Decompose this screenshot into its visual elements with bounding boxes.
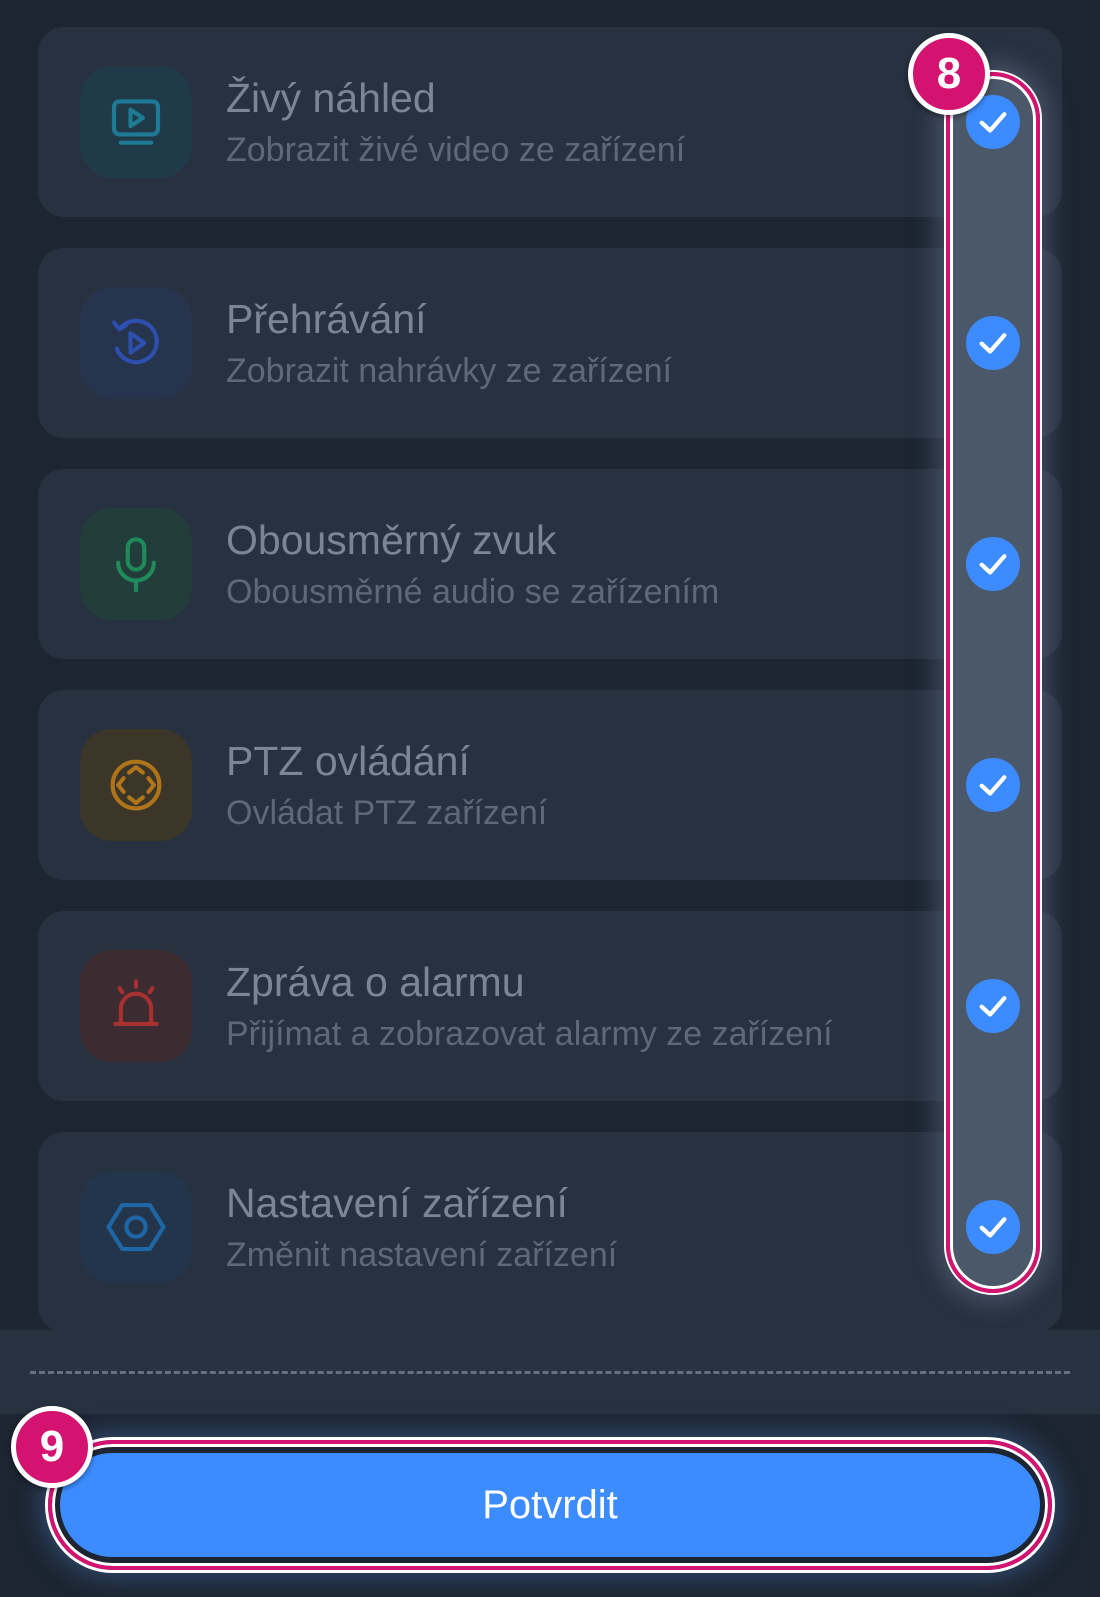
permission-description: Zobrazit nahrávky ze zařízení bbox=[226, 352, 672, 390]
checkmark-icon bbox=[979, 333, 1007, 354]
permission-description: Zobrazit živé video ze zařízení bbox=[226, 131, 686, 169]
permission-item-alarm[interactable]: Zpráva o alarmu Přijímat a zobrazovat al… bbox=[38, 911, 1062, 1101]
two-way-audio-checkbox[interactable] bbox=[966, 537, 1020, 591]
checkmark-icon bbox=[979, 996, 1007, 1017]
permission-description: Ovládat PTZ zařízení bbox=[226, 794, 548, 832]
settings-icon bbox=[80, 1171, 192, 1283]
ptz-control-checkbox[interactable] bbox=[966, 758, 1020, 812]
permission-description: Změnit nastavení zařízení bbox=[226, 1236, 618, 1274]
checkbox-column-outline bbox=[946, 72, 1040, 1293]
permission-title: Přehrávání bbox=[226, 296, 427, 342]
permission-description: Obousměrné audio se zařízením bbox=[226, 573, 720, 611]
alarm-icon bbox=[80, 950, 192, 1062]
confirm-button[interactable]: Potvrdit bbox=[60, 1453, 1040, 1557]
checkmark-icon bbox=[979, 775, 1007, 796]
checkmark-icon bbox=[979, 554, 1007, 575]
permission-item-ptz-control[interactable]: PTZ ovládání Ovládat PTZ zařízení bbox=[38, 690, 1062, 880]
playback-checkbox[interactable] bbox=[966, 316, 1020, 370]
permission-item-device-settings[interactable]: Nastavení zařízení Změnit nastavení zaří… bbox=[38, 1132, 1062, 1332]
permission-title: Obousměrný zvuk bbox=[226, 517, 557, 563]
playback-icon bbox=[80, 287, 192, 399]
permission-description: Přijímat a zobrazovat alarmy ze zařízení bbox=[226, 1015, 833, 1053]
microphone-icon bbox=[80, 508, 192, 620]
step-badge-9: 9 bbox=[11, 1406, 93, 1488]
permission-item-two-way-audio[interactable]: Obousměrný zvuk Obousměrné audio se zaří… bbox=[38, 469, 1062, 659]
dashed-divider bbox=[30, 1371, 1070, 1374]
permission-title: Živý náhled bbox=[226, 75, 436, 121]
permission-item-live-view[interactable]: Živý náhled Zobrazit živé video ze zaříz… bbox=[38, 27, 1062, 217]
footer-divider-band bbox=[0, 1330, 1100, 1414]
live-view-icon bbox=[80, 66, 192, 178]
permission-title: Nastavení zařízení bbox=[226, 1180, 568, 1226]
ptz-control-icon bbox=[80, 729, 192, 841]
permission-title: Zpráva o alarmu bbox=[226, 959, 525, 1005]
checkmark-icon bbox=[979, 112, 1007, 133]
checkmark-icon bbox=[979, 1217, 1007, 1238]
permission-item-playback[interactable]: Přehrávání Zobrazit nahrávky ze zařízení bbox=[38, 248, 1062, 438]
alarm-checkbox[interactable] bbox=[966, 979, 1020, 1033]
step-badge-8: 8 bbox=[908, 33, 990, 115]
permission-list: Živý náhled Zobrazit živé video ze zaříz… bbox=[0, 0, 1100, 1332]
device-settings-checkbox[interactable] bbox=[966, 1200, 1020, 1254]
permission-title: PTZ ovládání bbox=[226, 738, 470, 784]
